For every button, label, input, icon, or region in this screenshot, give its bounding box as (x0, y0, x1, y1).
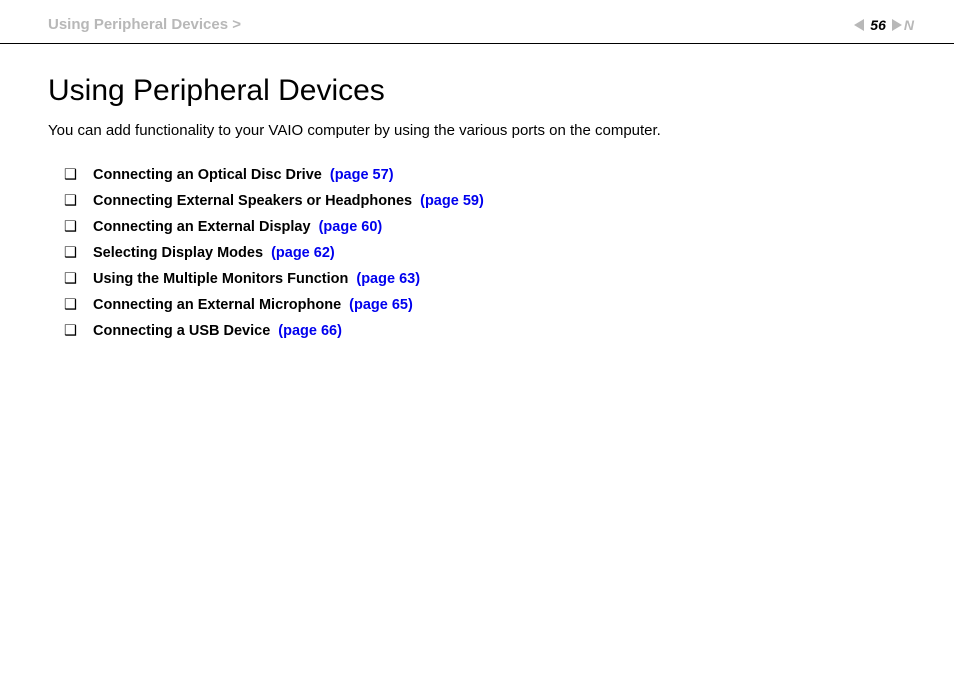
page-content: Using Peripheral Devices You can add fun… (0, 44, 954, 379)
bullet-icon: ❑ (64, 323, 77, 339)
list-item: ❑ Connecting an Optical Disc Drive (page… (64, 167, 906, 183)
list-item-label: Connecting an External Microphone (93, 297, 341, 313)
list-item: ❑ Connecting a USB Device (page 66) (64, 323, 906, 339)
bullet-icon: ❑ (64, 245, 77, 261)
bullet-icon: ❑ (64, 219, 77, 235)
page-link[interactable]: (page 63) (356, 271, 420, 287)
prev-page-arrow-icon[interactable] (854, 19, 864, 31)
list-item: ❑ Connecting an External Display (page 6… (64, 219, 906, 235)
list-item-label: Connecting a USB Device (93, 323, 270, 339)
list-item: ❑ Connecting an External Microphone (pag… (64, 297, 906, 313)
bullet-icon: ❑ (64, 297, 77, 313)
bullet-icon: ❑ (64, 193, 77, 209)
page-number: 56 (870, 17, 886, 33)
page-link[interactable]: (page 57) (330, 167, 394, 183)
list-item-label: Connecting External Speakers or Headphon… (93, 193, 412, 209)
page-link[interactable]: (page 62) (271, 245, 335, 261)
next-page-letter[interactable]: N (904, 17, 914, 33)
list-item: ❑ Selecting Display Modes (page 62) (64, 245, 906, 261)
next-page-arrow-icon[interactable] (892, 19, 902, 31)
page-link[interactable]: (page 66) (278, 323, 342, 339)
page-title: Using Peripheral Devices (48, 74, 906, 108)
bullet-icon: ❑ (64, 167, 77, 183)
list-item-label: Connecting an External Display (93, 219, 311, 235)
page-nav: 56 N (854, 17, 914, 33)
list-item-label: Selecting Display Modes (93, 245, 263, 261)
page-header: Using Peripheral Devices > 56 N (0, 0, 954, 44)
list-item-label: Connecting an Optical Disc Drive (93, 167, 322, 183)
page-link[interactable]: (page 60) (319, 219, 383, 235)
page-link[interactable]: (page 59) (420, 193, 484, 209)
breadcrumb: Using Peripheral Devices > (48, 16, 241, 33)
bullet-icon: ❑ (64, 271, 77, 287)
list-item: ❑ Using the Multiple Monitors Function (… (64, 271, 906, 287)
intro-text: You can add functionality to your VAIO c… (48, 122, 906, 139)
list-item-label: Using the Multiple Monitors Function (93, 271, 348, 287)
page-link[interactable]: (page 65) (349, 297, 413, 313)
topic-list: ❑ Connecting an Optical Disc Drive (page… (48, 167, 906, 339)
list-item: ❑ Connecting External Speakers or Headph… (64, 193, 906, 209)
